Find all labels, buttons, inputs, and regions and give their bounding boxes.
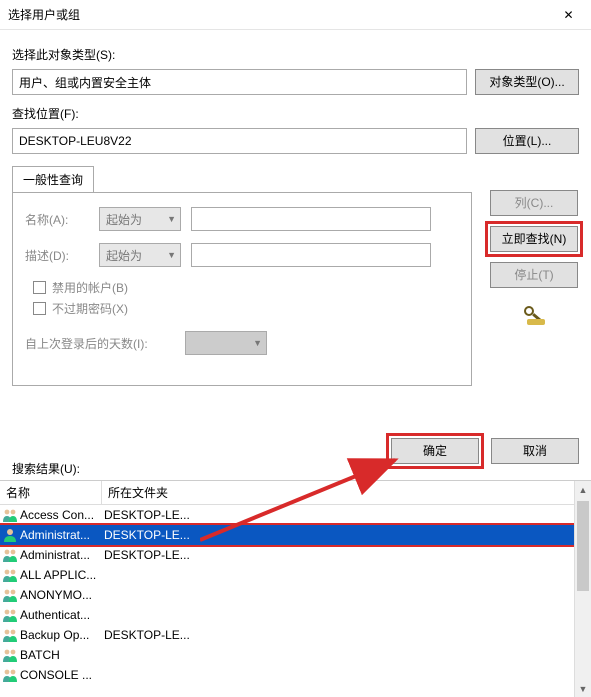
columns-button[interactable]: 列(C)... (490, 190, 578, 216)
group-icon (2, 627, 18, 643)
result-name: Backup Op... (20, 628, 104, 642)
find-now-button[interactable]: 立即查找(N) (490, 226, 578, 252)
chevron-down-icon: ▼ (253, 338, 262, 348)
non-expiring-password-checkbox[interactable]: 不过期密码(X) (33, 300, 459, 317)
result-name: Administrat... (20, 548, 104, 562)
result-name: BATCH (20, 648, 104, 662)
group-icon (2, 587, 18, 603)
result-name: Administrat... (20, 528, 104, 542)
result-folder: DESKTOP-LE... (104, 508, 190, 522)
tab-common-queries[interactable]: 一般性查询 (12, 166, 94, 192)
result-row[interactable]: ALL APPLIC... (0, 565, 591, 585)
group-icon (2, 607, 18, 623)
result-row[interactable]: Administrat...DESKTOP-LE... (0, 525, 591, 545)
scroll-thumb[interactable] (577, 501, 589, 591)
object-types-button[interactable]: 对象类型(O)... (475, 69, 579, 95)
name-label: 名称(A): (25, 211, 89, 228)
days-combo[interactable]: ▼ (185, 331, 267, 355)
ok-button[interactable]: 确定 (391, 438, 479, 464)
cancel-button[interactable]: 取消 (491, 438, 579, 464)
dialog-title: 选择用户或组 (8, 6, 80, 23)
name-input[interactable] (191, 207, 431, 231)
close-icon: ✕ (563, 8, 573, 22)
desc-label: 描述(D): (25, 247, 89, 264)
stop-button[interactable]: 停止(T) (490, 262, 578, 288)
result-row[interactable]: Authenticat... (0, 605, 591, 625)
object-type-label: 选择此对象类型(S): (12, 46, 579, 63)
result-row[interactable]: ANONYMO... (0, 585, 591, 605)
result-name: ALL APPLIC... (20, 568, 104, 582)
result-name: ANONYMO... (20, 588, 104, 602)
search-icon (520, 304, 548, 326)
results-scrollbar[interactable]: ▲ ▼ (574, 481, 591, 697)
result-name: Authenticat... (20, 608, 104, 622)
disabled-accounts-checkbox[interactable]: 禁用的帐户(B) (33, 279, 459, 296)
result-row[interactable]: Administrat...DESKTOP-LE... (0, 545, 591, 565)
desc-match-combo[interactable]: 起始为▼ (99, 243, 181, 267)
location-field: DESKTOP-LEU8V22 (12, 128, 467, 154)
result-name: CONSOLE ... (20, 668, 104, 682)
location-label: 查找位置(F): (12, 105, 579, 122)
object-type-field: 用户、组或内置安全主体 (12, 69, 467, 95)
close-button[interactable]: ✕ (546, 0, 591, 30)
result-row[interactable]: Access Con...DESKTOP-LE... (0, 505, 591, 525)
locations-button[interactable]: 位置(L)... (475, 128, 579, 154)
scroll-up-button[interactable]: ▲ (575, 481, 591, 498)
days-since-logon-label: 自上次登录后的天数(I): (25, 335, 175, 352)
result-row[interactable]: BATCH (0, 645, 591, 665)
group-icon (2, 507, 18, 523)
result-folder: DESKTOP-LE... (104, 528, 190, 542)
search-results-label: 搜索结果(U): (12, 460, 80, 477)
group-icon (2, 567, 18, 583)
user-icon (2, 527, 18, 543)
result-row[interactable]: Backup Op...DESKTOP-LE... (0, 625, 591, 645)
group-icon (2, 667, 18, 683)
group-icon (2, 547, 18, 563)
column-header-name[interactable]: 名称 (0, 481, 102, 504)
group-icon (2, 647, 18, 663)
result-folder: DESKTOP-LE... (104, 628, 190, 642)
chevron-down-icon: ▼ (167, 250, 176, 260)
result-row[interactable]: CONSOLE ... (0, 665, 591, 685)
desc-input[interactable] (191, 243, 431, 267)
scroll-down-button[interactable]: ▼ (575, 680, 591, 697)
chevron-down-icon: ▼ (167, 214, 176, 224)
result-name: Access Con... (20, 508, 104, 522)
column-header-folder[interactable]: 所在文件夹 (102, 481, 591, 504)
name-match-combo[interactable]: 起始为▼ (99, 207, 181, 231)
result-folder: DESKTOP-LE... (104, 548, 190, 562)
